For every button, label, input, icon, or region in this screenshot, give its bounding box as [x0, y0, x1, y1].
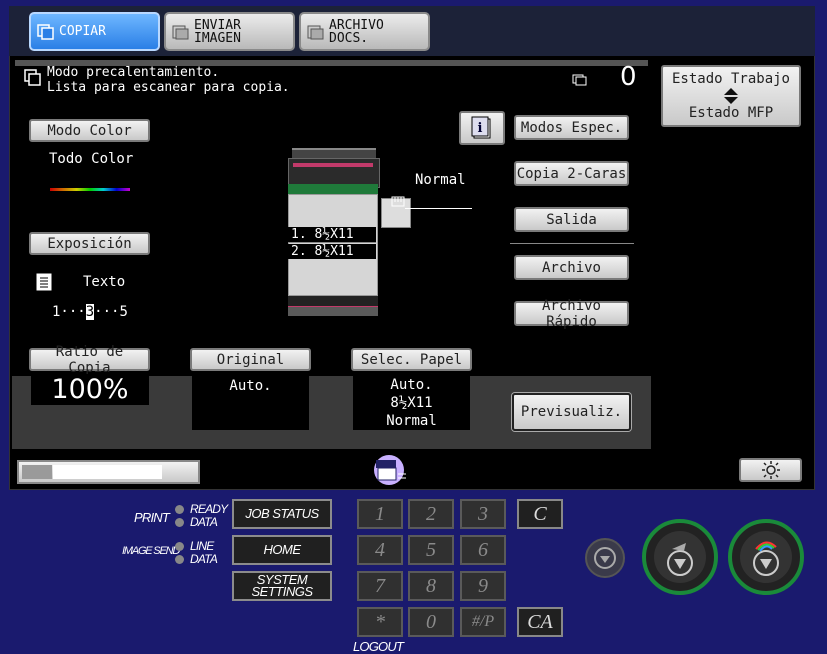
key-7[interactable]: 7 [357, 571, 403, 601]
print-data-led [175, 518, 184, 527]
brightness-button[interactable] [739, 458, 802, 482]
key-8[interactable]: 8 [408, 571, 454, 601]
ready-label: READY [190, 502, 228, 516]
key-asterisk[interactable]: * [357, 607, 403, 637]
printer-status-icon[interactable] [372, 452, 408, 486]
status-line-2: Lista para escanear para copia. [47, 80, 290, 95]
stop-button[interactable] [584, 537, 626, 579]
tab-copiar[interactable]: COPIAR [29, 12, 160, 51]
job-status-toggle[interactable]: Estado Trabajo Estado MFP [661, 65, 801, 127]
brightness-icon [761, 461, 780, 479]
copy-count: 0 [620, 62, 637, 92]
key-5[interactable]: 5 [408, 535, 454, 565]
status-message: Modo precalentamiento. Lista para escane… [47, 65, 290, 95]
exposicion-mode: Texto [83, 274, 126, 290]
modo-color-value: Todo Color [49, 151, 134, 167]
image-send-label: IMAGE SEND [122, 545, 180, 557]
modo-color-button[interactable]: Modo Color [29, 119, 150, 142]
right-divider [510, 243, 634, 244]
ratio-de-copia-button[interactable]: Ratio de Copia [29, 344, 150, 376]
machine-stand [288, 306, 378, 316]
papel-line-3: Normal [386, 413, 437, 429]
scanner-indicator [293, 163, 373, 167]
papel-value: Auto. 8½X11 Normal [353, 374, 470, 430]
color-start-button[interactable] [728, 519, 804, 595]
print-label: PRINT [134, 510, 170, 525]
job-status-hw-button[interactable]: JOB STATUS [232, 499, 332, 529]
send-image-icon [172, 25, 189, 39]
scanner-lid [292, 148, 376, 158]
archivo-rapido-button[interactable]: Archivo Rápido [514, 298, 629, 330]
bw-start-button[interactable] [642, 519, 718, 595]
document-filing-icon [307, 25, 324, 39]
output-hand-icon [391, 196, 405, 207]
original-button[interactable]: Original [190, 348, 311, 371]
scale-right: ···5 [94, 304, 128, 320]
tray-2-label[interactable]: 2. 8½X11 [288, 244, 376, 259]
progress-track [53, 465, 162, 479]
original-value: Auto. [192, 374, 309, 430]
key-1[interactable]: 1 [357, 499, 403, 529]
line-label: LINE [190, 539, 214, 553]
svg-text:i: i [478, 121, 483, 136]
info-icon: i [471, 116, 491, 139]
key-0[interactable]: 0 [408, 607, 454, 637]
send-data-label: DATA [190, 552, 218, 566]
estado-trabajo-label: Estado Trabajo [671, 71, 790, 87]
machine-base [288, 296, 378, 306]
estado-mfp-label: Estado MFP [688, 105, 774, 121]
tab-label: ENVIAR IMAGEN [194, 17, 241, 46]
key-3[interactable]: 3 [460, 499, 506, 529]
output-tray-value: Normal [415, 172, 466, 188]
tab-label: COPIAR [59, 24, 106, 39]
key-6[interactable]: 6 [460, 535, 506, 565]
salida-button[interactable]: Salida [514, 207, 629, 232]
archivo-button[interactable]: Archivo [514, 255, 629, 280]
progress-fill [22, 465, 52, 479]
output-pointer-line [405, 208, 472, 209]
status-line-1: Modo precalentamiento. [47, 65, 220, 80]
copy-icon [37, 23, 54, 40]
color-bar-icon [50, 188, 130, 191]
copies-icon [572, 74, 587, 86]
tab-label: ARCHIVO DOCS. [329, 17, 384, 46]
clear-all-key[interactable]: CA [517, 607, 563, 637]
progress-bar [17, 460, 200, 484]
send-data-led [175, 555, 184, 564]
scale-left: 1··· [52, 304, 86, 320]
copy-status-icon [24, 69, 41, 86]
info-button[interactable]: i [459, 111, 505, 145]
text-document-icon [36, 273, 52, 291]
tab-enviar-imagen[interactable]: ENVIAR IMAGEN [164, 12, 295, 51]
papel-line-1: Auto. [390, 377, 433, 393]
papel-line-2: 8½X11 [390, 395, 433, 411]
key-hash-p[interactable]: #/P [460, 607, 506, 637]
exposicion-scale: 1··· 3 ···5 [52, 304, 128, 320]
home-hw-button[interactable]: HOME [232, 535, 332, 565]
modos-espec-button[interactable]: Modos Espec. [514, 115, 629, 140]
tab-archivo-docs[interactable]: ARCHIVO DOCS. [299, 12, 430, 51]
exposicion-level: 3 [85, 304, 95, 320]
key-9[interactable]: 9 [460, 571, 506, 601]
tray-1-label[interactable]: 1. 8½X11 [288, 227, 376, 243]
ratio-value: 100% [31, 374, 149, 405]
output-tray-area [288, 184, 378, 194]
clear-key[interactable]: C [517, 499, 563, 529]
selec-papel-button[interactable]: Selec. Papel [351, 348, 472, 371]
line-led [175, 542, 184, 551]
system-settings-hw-button[interactable]: SYSTEM SETTINGS [232, 571, 332, 601]
copia-2-caras-button[interactable]: Copia 2-Caras [514, 161, 629, 186]
toggle-arrows-icon [724, 88, 738, 104]
key-2[interactable]: 2 [408, 499, 454, 529]
key-4[interactable]: 4 [357, 535, 403, 565]
ready-led [175, 505, 184, 514]
print-data-label: DATA [190, 515, 218, 529]
exposicion-button[interactable]: Exposición [29, 232, 150, 255]
previsualiz-button[interactable]: Previsualiz. [512, 393, 631, 431]
